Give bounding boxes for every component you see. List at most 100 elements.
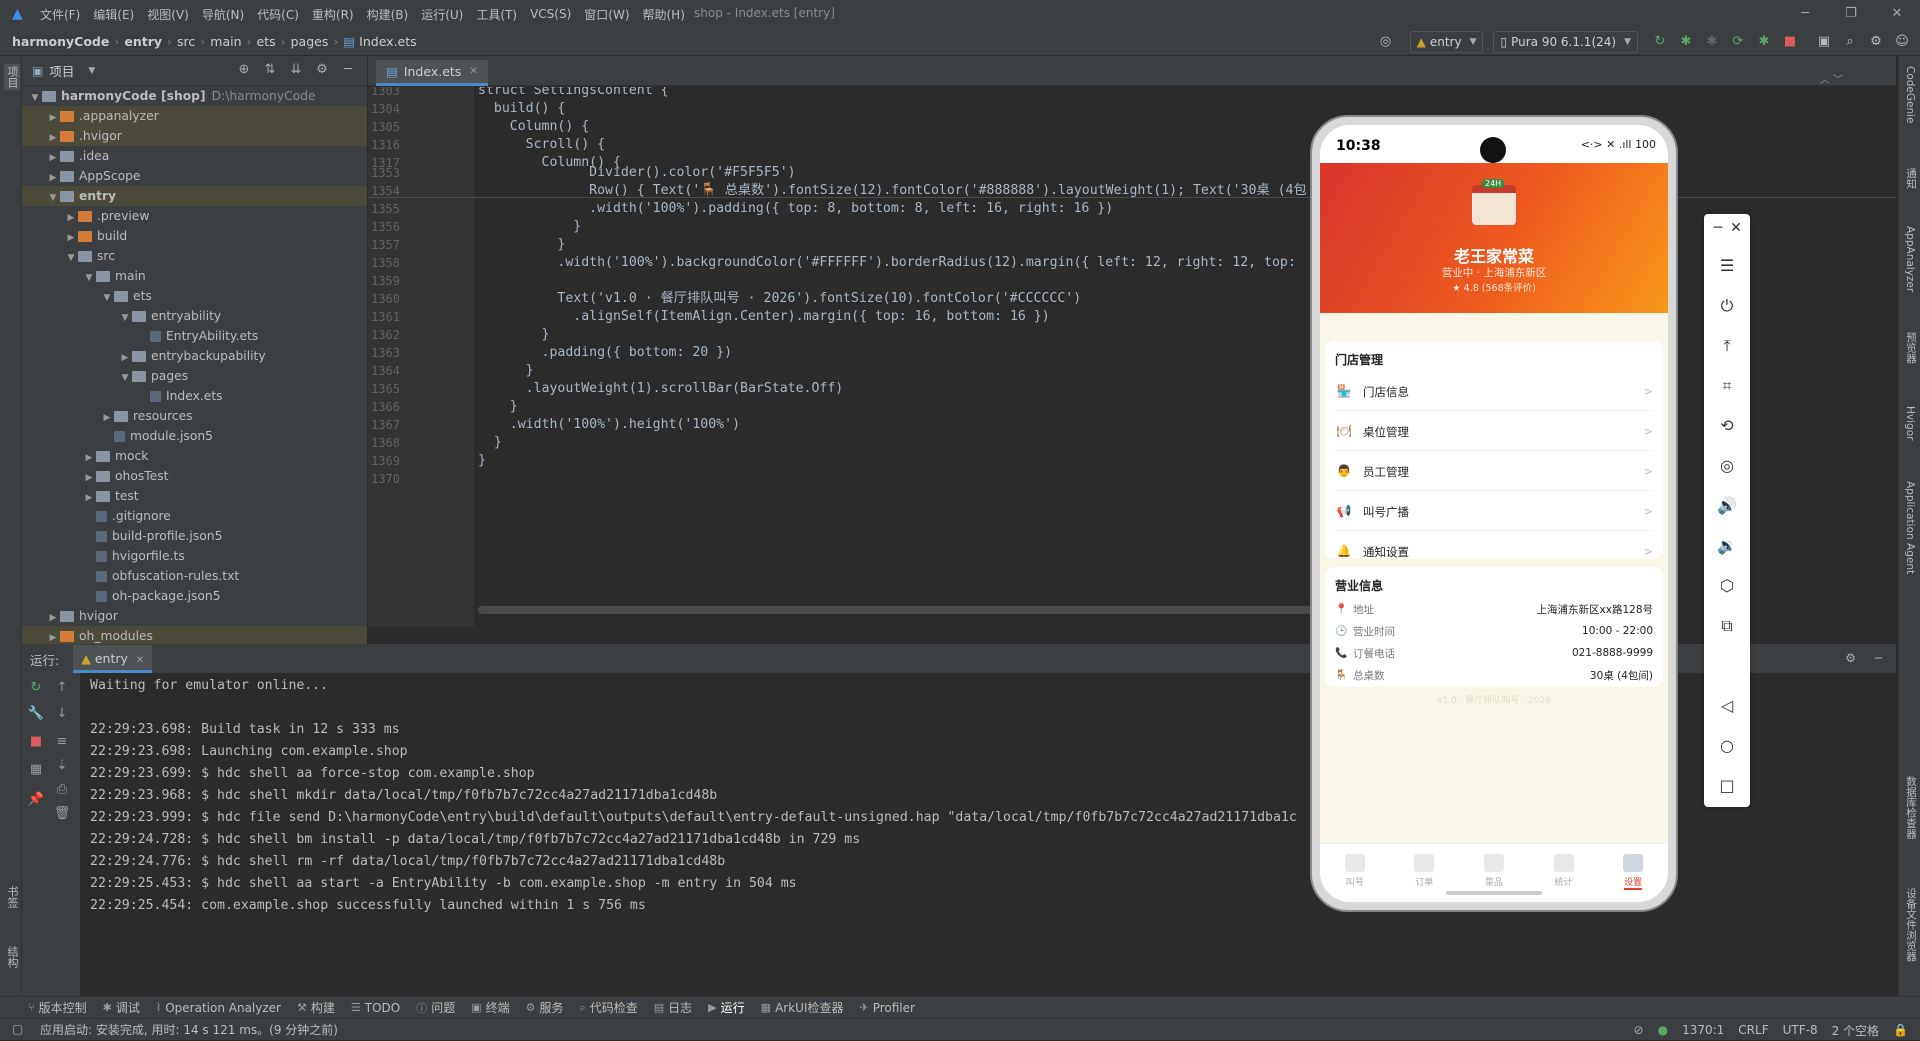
menu-code[interactable]: 代码(C) (257, 6, 299, 23)
notifications-icon[interactable]: ⊘ (1634, 1023, 1644, 1037)
tree-item[interactable]: module.json5 (22, 426, 367, 446)
chevron-down-icon[interactable]: ▼ (100, 288, 114, 308)
home-indicator[interactable] (1446, 891, 1542, 895)
crop-icon[interactable]: ⌗ (1704, 366, 1750, 406)
menu-refactor[interactable]: 重构(R) (312, 6, 354, 23)
tree-item[interactable]: .gitignore (22, 506, 367, 526)
breadcrumb-item[interactable]: ets (257, 34, 276, 49)
tree-item[interactable]: ▶ oh_modules (22, 626, 367, 644)
tree-item[interactable]: ▼ src (22, 246, 367, 266)
tab-services[interactable]: ⚙ 服务 (526, 999, 564, 1016)
account-icon[interactable]: ☺ (1890, 32, 1914, 52)
stop-icon[interactable]: ■ (24, 729, 48, 755)
tree-item[interactable]: ▶ test (22, 486, 367, 506)
breadcrumb-item[interactable]: entry (124, 34, 162, 49)
phone-tab[interactable]: 菜品 (1459, 844, 1529, 891)
run-config-select[interactable]: ▲ entry ▼ (1409, 31, 1484, 53)
tree-item[interactable]: ▶ build (22, 226, 367, 246)
multi-screen-icon[interactable]: ⧉ (1704, 606, 1750, 646)
tree-item[interactable]: ▶ .hvigor (22, 126, 367, 146)
chevron-right-icon[interactable]: ▶ (64, 208, 78, 228)
tree-item[interactable]: Index.ets (22, 386, 367, 406)
lock-icon[interactable]: 🔒 (1893, 1023, 1908, 1037)
tree-item[interactable]: hvigorfile.ts (22, 546, 367, 566)
tool-window-application-agent[interactable]: Application Agent (1904, 481, 1916, 574)
menu-file[interactable]: 文件(F) (40, 6, 80, 23)
gear-icon[interactable]: ⚙ (309, 62, 335, 77)
chevron-down-icon[interactable]: ▼ (82, 268, 96, 288)
tab-log[interactable]: ▤ 日志 (654, 999, 692, 1016)
cursor-position[interactable]: 1370:1 (1682, 1023, 1724, 1037)
settings-menu-item[interactable]: 🏪 门店信息 > (1335, 373, 1653, 411)
pin-icon[interactable]: 📌 (24, 787, 48, 813)
restore-icon[interactable]: ❐ (1828, 0, 1874, 28)
tab-debug[interactable]: ✱ 调试 (103, 999, 140, 1016)
chevron-right-icon[interactable]: ▶ (118, 348, 132, 368)
breadcrumb-item[interactable]: Index.ets (359, 34, 417, 49)
phone-tab[interactable]: 订单 (1390, 844, 1460, 891)
wrench-icon[interactable]: 🔧 (24, 701, 48, 727)
tree-item[interactable]: build-profile.json5 (22, 526, 367, 546)
menu-build[interactable]: 构建(B) (367, 6, 409, 23)
tree-item[interactable]: ▶ hvigor (22, 606, 367, 626)
chevron-right-icon[interactable]: ▶ (46, 628, 60, 644)
tree-item[interactable]: ▶ mock (22, 446, 367, 466)
minimize-icon[interactable]: ─ (1782, 0, 1828, 28)
tool-window-structure[interactable]: 结构 (4, 946, 20, 968)
horizontal-scrollbar[interactable] (478, 606, 1378, 614)
tree-item[interactable]: oh-package.json5 (22, 586, 367, 606)
tab-run[interactable]: ▶ 运行 (708, 999, 744, 1016)
tool-window-notifications[interactable]: 通知 (1904, 168, 1919, 189)
menu-vcs[interactable]: VCS(S) (530, 7, 571, 21)
chevron-down-icon[interactable]: ▼ (28, 88, 42, 108)
tab-build[interactable]: ⚒ 构建 (297, 999, 335, 1016)
tool-window-database-inspector[interactable]: 数据库检查器 (1904, 776, 1919, 839)
recents-icon[interactable]: □ (1704, 766, 1750, 806)
profile-icon[interactable]: ✱ (1752, 32, 1776, 52)
settings-menu-item[interactable]: 👨 员工管理 > (1335, 453, 1653, 491)
close-icon[interactable]: ✕ (1726, 220, 1746, 236)
tree-item[interactable]: ▶ .idea (22, 146, 367, 166)
chevron-right-icon[interactable]: ▶ (64, 228, 78, 248)
menu-tools[interactable]: 工具(T) (476, 6, 517, 23)
line-ending[interactable]: CRLF (1738, 1023, 1768, 1037)
soft-wrap-icon[interactable]: ≡ (50, 729, 74, 755)
rotate-icon[interactable]: ⟲ (1704, 406, 1750, 446)
tree-item[interactable]: ▼ ets (22, 286, 367, 306)
menu-run[interactable]: 运行(U) (421, 6, 463, 23)
home-icon[interactable]: ○ (1704, 726, 1750, 766)
phone-tab[interactable]: 叫号 (1320, 844, 1390, 891)
chevron-down-icon[interactable]: ▼ (118, 308, 132, 328)
menu-navigate[interactable]: 导航(N) (202, 6, 244, 23)
tree-item[interactable]: ▼ main (22, 266, 367, 286)
expand-all-icon[interactable]: ⇅ (257, 62, 283, 77)
chevron-right-icon[interactable]: ▶ (82, 488, 96, 508)
gear-icon[interactable]: ⚙ (1845, 651, 1856, 665)
menu-icon[interactable]: ☰ (1704, 246, 1750, 286)
scroll-down-icon[interactable]: ↓ (50, 701, 74, 727)
breadcrumb-item[interactable]: pages (291, 34, 329, 49)
run-console-output[interactable]: Waiting for emulator online... 22:29:23.6… (90, 675, 1297, 917)
tree-item[interactable]: ▶ .preview (22, 206, 367, 226)
tab-arkui-inspector[interactable]: ▦ ArkUI检查器 (761, 999, 844, 1016)
phone-tab[interactable]: 统计 (1529, 844, 1599, 891)
apply-changes-icon[interactable]: ⟳ (1726, 32, 1750, 52)
tree-item[interactable]: ▼ entry (22, 186, 367, 206)
menu-view[interactable]: 视图(V) (147, 6, 189, 23)
run-tab-entry[interactable]: ▲ entry ✕ (73, 645, 153, 673)
scroll-to-end-icon[interactable]: ⇣ (50, 753, 74, 779)
back-icon[interactable]: ◁ (1704, 686, 1750, 726)
tree-item[interactable]: ▼ entryability (22, 306, 367, 326)
tree-item[interactable]: ▶ entrybackupability (22, 346, 367, 366)
chevron-right-icon[interactable]: ▶ (46, 128, 60, 148)
print-icon[interactable]: ⎙ (50, 777, 74, 803)
settings-menu-item[interactable]: 📢 叫号广播 > (1335, 493, 1653, 531)
fold-icon[interactable]: ⬡ (1704, 566, 1750, 606)
tree-item[interactable]: ▶ resources (22, 406, 367, 426)
chevron-right-icon[interactable]: ▶ (100, 408, 114, 428)
tool-window-previewer[interactable]: 预览器 (1904, 332, 1919, 364)
chevron-right-icon[interactable]: ▶ (46, 108, 60, 128)
settings-menu-item[interactable]: 🍽 桌位管理 > (1335, 413, 1653, 451)
tree-item[interactable]: ▶ .appanalyzer (22, 106, 367, 126)
tab-operation-analyzer[interactable]: ⌇ Operation Analyzer (156, 1001, 281, 1015)
